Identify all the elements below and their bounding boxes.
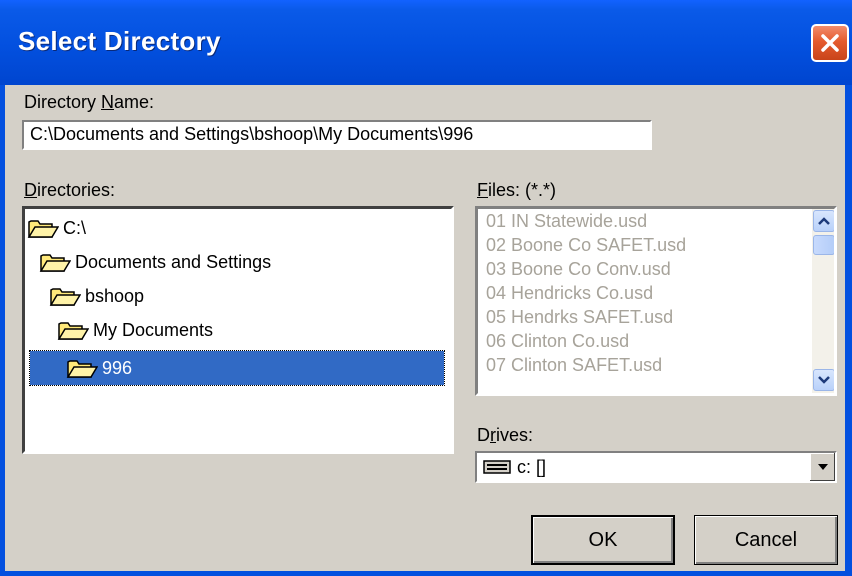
files-list[interactable]: 01 IN Statewide.usd 02 Boone Co SAFET.us… bbox=[475, 206, 837, 396]
window-title: Select Directory bbox=[18, 26, 221, 56]
hard-drive-icon bbox=[483, 460, 511, 474]
scroll-down-button[interactable] bbox=[813, 369, 834, 391]
ok-button[interactable]: OK bbox=[531, 515, 675, 565]
scroll-up-button[interactable] bbox=[813, 210, 834, 232]
file-item[interactable]: 05 Hendrks SAFET.usd bbox=[486, 307, 673, 328]
close-icon bbox=[821, 34, 839, 52]
window-border-bottom bbox=[0, 571, 852, 576]
directory-item-label: 996 bbox=[102, 357, 133, 378]
open-folder-icon bbox=[57, 322, 89, 340]
open-folder-icon bbox=[49, 288, 81, 306]
dialog-window: Select Directory Directory Name: C:\Docu… bbox=[0, 0, 852, 576]
directories-list[interactable]: C:\ Documents and Settings bshoop My Doc… bbox=[22, 206, 454, 454]
chevron-up-icon bbox=[818, 217, 830, 225]
file-item[interactable]: 01 IN Statewide.usd bbox=[486, 211, 647, 232]
directory-item-bshoop[interactable]: bshoop bbox=[49, 279, 144, 313]
directory-name-label: Directory Name: bbox=[24, 92, 155, 112]
file-item[interactable]: 04 Hendricks Co.usd bbox=[486, 283, 653, 304]
file-item[interactable]: 02 Boone Co SAFET.usd bbox=[486, 235, 686, 256]
directory-item-my-documents[interactable]: My Documents bbox=[57, 313, 213, 347]
window-border-right bbox=[845, 85, 852, 576]
directory-item-root[interactable]: C:\ bbox=[27, 211, 86, 245]
close-button[interactable] bbox=[811, 24, 849, 62]
dropdown-arrow-icon bbox=[817, 464, 828, 470]
drives-label: Drives: bbox=[477, 425, 534, 445]
directories-label: Directories: bbox=[24, 180, 116, 200]
chevron-down-icon bbox=[818, 376, 830, 384]
drives-select[interactable]: c: [] bbox=[475, 451, 837, 483]
file-item[interactable]: 03 Boone Co Conv.usd bbox=[486, 259, 671, 280]
file-item[interactable]: 06 Clinton Co.usd bbox=[486, 331, 629, 352]
open-folder-icon bbox=[66, 360, 98, 378]
directory-item-label: My Documents bbox=[93, 319, 214, 340]
drives-dropdown-button[interactable] bbox=[809, 453, 835, 481]
directory-item-996-selected[interactable]: 996 bbox=[29, 350, 445, 386]
open-folder-icon bbox=[39, 254, 71, 272]
file-item[interactable]: 07 Clinton SAFET.usd bbox=[486, 355, 662, 376]
directory-item-label: C:\ bbox=[63, 217, 87, 238]
cancel-button[interactable]: Cancel bbox=[694, 515, 838, 565]
files-scrollbar[interactable] bbox=[812, 209, 834, 393]
directory-name-value: C:\Documents and Settings\bshoop\My Docu… bbox=[30, 124, 474, 144]
drives-selected-value: c: [] bbox=[517, 456, 547, 477]
open-folder-icon bbox=[27, 220, 59, 238]
title-bar[interactable]: Select Directory bbox=[0, 0, 852, 85]
directory-item-documents-and-settings[interactable]: Documents and Settings bbox=[39, 245, 271, 279]
directory-item-label: Documents and Settings bbox=[75, 251, 272, 272]
directory-name-field[interactable]: C:\Documents and Settings\bshoop\My Docu… bbox=[22, 120, 652, 150]
directory-item-label: bshoop bbox=[85, 285, 145, 306]
scroll-thumb[interactable] bbox=[813, 235, 834, 255]
files-label: Files: (*.*) bbox=[477, 180, 557, 200]
